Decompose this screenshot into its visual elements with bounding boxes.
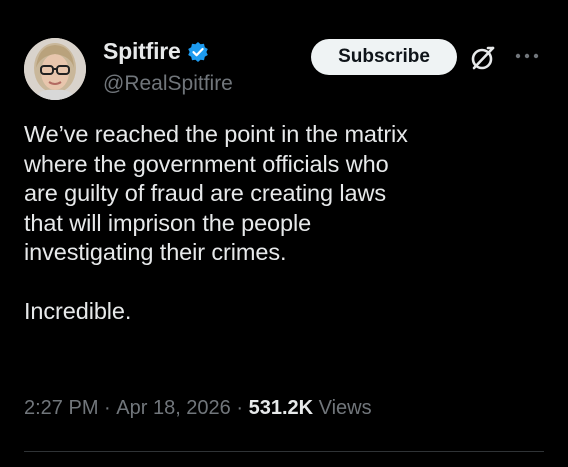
post-text: We’ve reached the point in the matrix wh… — [24, 121, 408, 324]
more-options-icon[interactable] — [512, 46, 542, 66]
name-row: Spitfire — [103, 38, 209, 65]
post-card: Spitfire @RealSpitfire Subscribe We’ve r… — [0, 0, 568, 467]
subscribe-button[interactable]: Subscribe — [311, 39, 457, 75]
divider — [24, 451, 544, 452]
views-label: Views — [313, 397, 372, 419]
avatar-photo — [24, 38, 86, 100]
meta-separator: · — [98, 397, 117, 419]
grok-icon[interactable] — [469, 44, 497, 72]
display-name[interactable]: Spitfire — [103, 38, 181, 65]
author-handle[interactable]: @RealSpitfire — [103, 72, 233, 96]
meta-separator: · — [230, 397, 249, 419]
views-count[interactable]: 531.2K — [249, 397, 314, 420]
post-metadata: 2:27 PM · Apr 18, 2026 · 531.2K Views — [24, 397, 372, 420]
post-time[interactable]: 2:27 PM — [24, 397, 98, 420]
post-date[interactable]: Apr 18, 2026 — [116, 397, 231, 420]
verified-badge-icon[interactable] — [187, 41, 209, 63]
avatar[interactable] — [24, 38, 86, 100]
